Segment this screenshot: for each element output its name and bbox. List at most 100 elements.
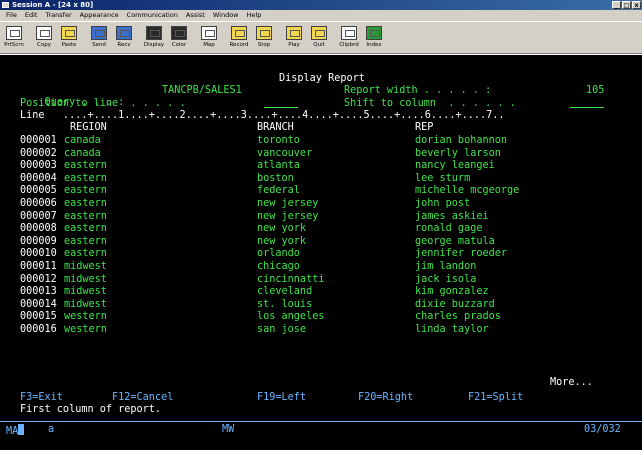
oia-mode-text: MA [6,426,19,437]
toolbar-prtscrn-button[interactable]: PrtScrn [2,25,26,52]
row-region: western [64,324,107,335]
menu-assist[interactable]: Assist [182,10,209,21]
row-line-number: 000006 [20,198,57,209]
app-icon[interactable] [2,2,9,8]
menu-communication[interactable]: Communication [123,10,182,21]
oia-session: a [48,424,55,435]
toolbar-index-label: Index [366,42,382,48]
toolbar-stop-button[interactable]: Stop [252,25,276,52]
toolbar-map-button[interactable]: Map [197,25,221,52]
toolbar-record-label: Record [229,42,249,48]
f19-left-key[interactable]: F19=Left [257,392,306,404]
toolbar-color-button[interactable]: Color [167,25,191,52]
window-title-bar: Session A - [24 x 80] _ □ x [0,0,642,10]
toolbar-copy-label: Copy [37,42,51,48]
toolbar-paste-label: Paste [61,42,77,48]
minimize-button[interactable]: _ [612,1,621,9]
toolbar-record-button[interactable]: Record [227,25,251,52]
toolbar-recv-label: Recv [117,42,131,48]
row-rep: ronald gage [415,223,483,235]
column-header-branch: BRANCH [257,122,294,133]
row-line-number: 000004 [20,172,57,184]
map-icon [201,26,217,40]
row-rep: jack isola [415,273,477,285]
row-region: canada [64,135,101,146]
row-region: eastern [64,223,107,235]
f20-right-key[interactable]: F20=Right [358,392,413,404]
row-line-number: 000010 [20,248,57,260]
row-region: eastern [64,198,107,209]
toolbar-clipbrd-button[interactable]: Clipbrd [337,25,361,52]
maximize-button[interactable]: □ [622,1,631,9]
row-branch: cleveland [257,286,313,298]
row-region: eastern [64,160,107,172]
toolbar-send-button[interactable]: Send [87,25,111,52]
toolbar-color-label: Color [171,42,187,48]
toolbar-index-button[interactable]: Index [362,25,386,52]
toolbar-paste-button[interactable]: Paste [57,25,81,52]
close-button[interactable]: x [632,1,641,9]
receive-icon [116,26,132,40]
row-rep: george matula [415,235,495,247]
row-line-number: 000005 [20,185,57,197]
display-icon [146,26,162,40]
status-message: First column of report. [20,404,162,415]
row-region: midwest [64,286,107,298]
row-rep: michelle mcgeorge [415,185,520,197]
row-line-number: 000011 [20,261,57,272]
menu-appearance[interactable]: Appearance [76,10,123,21]
position-to-line-input[interactable] [264,98,298,110]
row-branch: new jersey [257,198,319,209]
record-icon [231,26,247,40]
column-header-rep: REP [415,122,434,133]
send-icon [91,26,107,40]
oia-mw: MW [222,424,235,435]
toolbar-quit-label: Quit [313,42,325,48]
toolbar-play-label: Play [288,42,300,48]
row-rep: jennifer roeder [415,248,508,260]
report-width-value: 105 [586,85,605,96]
row-branch: atlanta [257,160,300,172]
row-region: midwest [64,273,107,285]
shift-to-column-input[interactable] [570,98,604,110]
toolbar-recv-button[interactable]: Recv [112,25,136,52]
f21-split-key[interactable]: F21=Split [468,392,523,404]
screen-heading: Display Report [279,73,365,84]
position-to-line-label: Position to line . . . . . [20,98,186,109]
menu-transfer[interactable]: Transfer [41,10,75,21]
query-row: Query . . . : [20,85,125,108]
window-controls: _ □ x [612,1,641,9]
row-rep: charles prados [415,311,501,323]
row-region: eastern [64,172,107,184]
print-screen-icon [6,26,22,40]
report-width-label: Report width . . . . . : [344,85,492,96]
row-branch: new york [257,235,307,247]
menu-edit[interactable]: Edit [21,10,42,21]
row-line-number: 000009 [20,235,57,247]
shift-to-column-label: Shift to column . . . . . . [344,98,516,109]
row-region: canada [64,147,101,159]
toolbar-quit-button[interactable]: Quit [307,25,331,52]
toolbar-map-label: Map [203,42,215,48]
menu-file[interactable]: File [2,10,21,21]
row-line-number: 000001 [20,135,57,146]
row-branch: federal [257,185,300,197]
menu-help[interactable]: Help [243,10,266,21]
f12-cancel-key[interactable]: F12=Cancel [112,392,173,404]
row-branch: vancouver [257,147,313,159]
toolbar-display-button[interactable]: Display [142,25,166,52]
toolbar-copy-button[interactable]: Copy [32,25,56,52]
row-branch: st. louis [257,298,313,310]
terminal-screen[interactable]: Display Report Query . . . : TANCPB/SALE… [0,55,642,450]
toolbar-stop-label: Stop [257,42,271,48]
row-rep: linda taylor [415,324,489,335]
f3-exit-key[interactable]: F3=Exit [20,392,63,404]
menu-window[interactable]: Window [209,10,243,21]
row-line-number: 000007 [20,210,57,222]
window-title: Session A - [24 x 80] [12,1,94,9]
paste-icon [61,26,77,40]
row-rep: kim gonzalez [415,286,489,298]
copy-icon [36,26,52,40]
toolbar-play-button[interactable]: Play [282,25,306,52]
row-branch: los angeles [257,311,325,323]
